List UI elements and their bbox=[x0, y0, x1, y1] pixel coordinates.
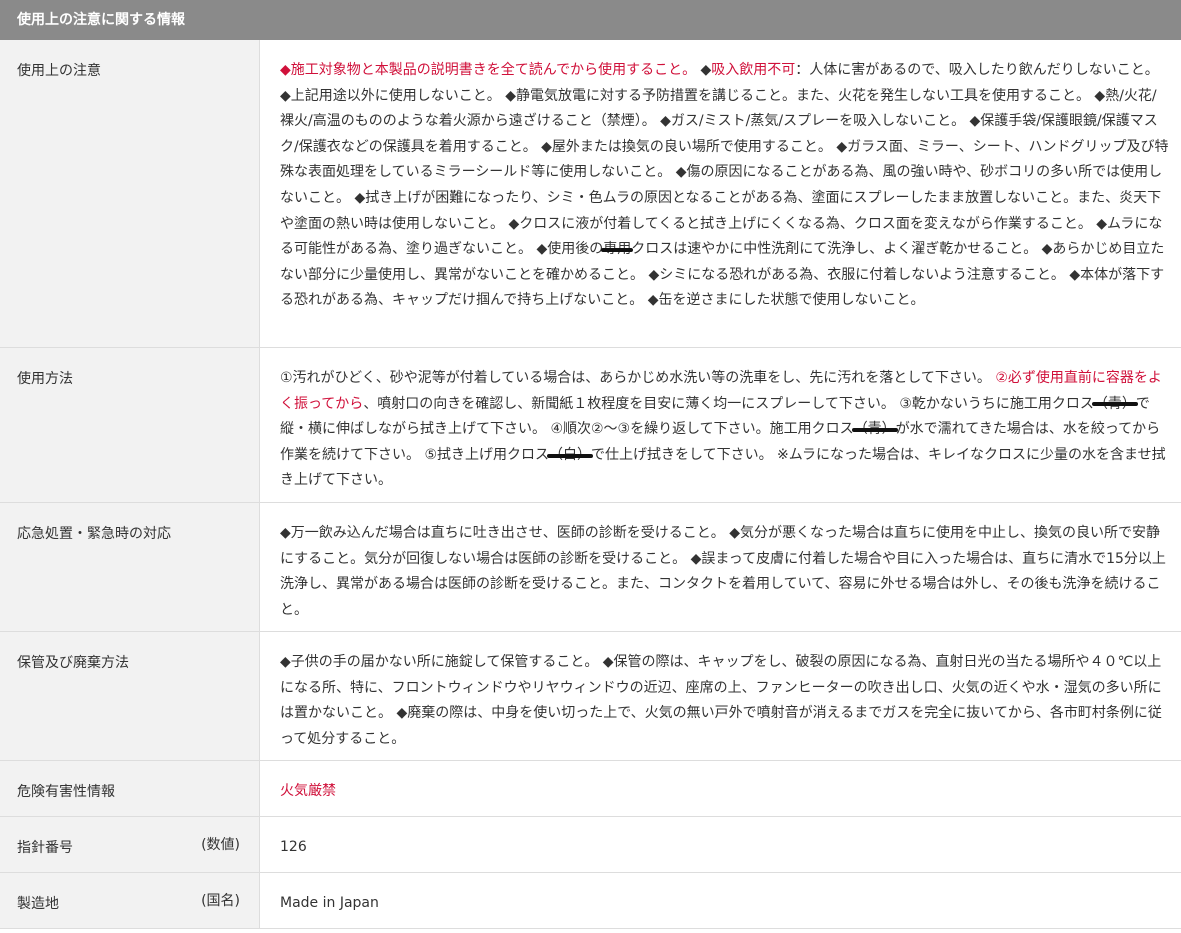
label-usage: 使用方法 bbox=[0, 348, 260, 502]
content-origin: Made in Japan bbox=[280, 895, 379, 911]
section-title: 使用上の注意に関する情報 bbox=[17, 12, 185, 28]
unit-guide-number: (数値) bbox=[201, 837, 240, 853]
caution-text-2: ◆ bbox=[696, 62, 712, 78]
unit-origin: (国名) bbox=[201, 893, 240, 909]
content-caution: ◆施工対象物と本製品の説明書きを全て読んでから使用すること。 ◆吸入飲用不可：人… bbox=[260, 40, 1181, 347]
label-caution: 使用上の注意 bbox=[0, 40, 260, 347]
label-hazard: 危険有害性情報 bbox=[0, 761, 260, 816]
caution-text-main: ：人体に害があるので、吸入したり飲んだりしないこと。 ◆上記用途以外に使用しない… bbox=[280, 62, 1169, 258]
info-table: 使用上の注意 ◆施工対象物と本製品の説明書きを全て読んでから使用すること。 ◆吸… bbox=[0, 40, 1181, 929]
usage-text-3: 、噴射口の向きを確認し、新聞紙１枚程度を目安に薄く均一にスプレーして下さい。 ③… bbox=[363, 395, 1094, 412]
row-emergency: 応急処置・緊急時の対応 ◆万一飲み込んだ場合は直ちに吐き出させ、医師の診断を受け… bbox=[0, 503, 1181, 632]
row-origin: 製造地 (国名) Made in Japan bbox=[0, 873, 1181, 929]
label-storage: 保管及び廃棄方法 bbox=[0, 632, 260, 760]
usage-strike-2: （青） bbox=[851, 417, 898, 443]
usage-strike-3: （白） bbox=[547, 443, 593, 469]
caution-red-no-inhale: 吸入飲用不可 bbox=[711, 62, 796, 78]
usage-text-1: ①汚れがひどく、砂や泥等が付着している場合は、あらかじめ水洗い等の洗車をし、先に… bbox=[280, 370, 996, 386]
usage-strike-1: （青） bbox=[1091, 392, 1138, 418]
content-usage: ①汚れがひどく、砂や泥等が付着している場合は、あらかじめ水洗い等の洗車をし、先に… bbox=[260, 348, 1181, 502]
content-hazard: 火気厳禁 bbox=[280, 783, 336, 799]
row-caution: 使用上の注意 ◆施工対象物と本製品の説明書きを全て読んでから使用すること。 ◆吸… bbox=[0, 40, 1181, 348]
caution-red-1: ◆施工対象物と本製品の説明書きを全て読んでから使用すること。 bbox=[280, 62, 697, 78]
label-origin: 製造地 (国名) bbox=[0, 873, 260, 928]
label-emergency: 応急処置・緊急時の対応 bbox=[0, 503, 260, 631]
section-header: 使用上の注意に関する情報 bbox=[0, 0, 1181, 40]
content-storage: ◆子供の手の届かない所に施錠して保管すること。 ◆保管の際は、キャップをし、破裂… bbox=[280, 654, 1162, 747]
label-guide-number: 指針番号 (数値) bbox=[0, 817, 260, 872]
row-guide-number: 指針番号 (数値) 126 bbox=[0, 817, 1181, 873]
content-guide-number: 126 bbox=[280, 839, 307, 855]
content-emergency: ◆万一飲み込んだ場合は直ちに吐き出させ、医師の診断を受けること。 ◆気分が悪くな… bbox=[280, 525, 1166, 618]
caution-strikethrough: 専用 bbox=[601, 237, 634, 263]
row-storage: 保管及び廃棄方法 ◆子供の手の届かない所に施錠して保管すること。 ◆保管の際は、… bbox=[0, 632, 1181, 761]
row-usage: 使用方法 ①汚れがひどく、砂や泥等が付着している場合は、あらかじめ水洗い等の洗車… bbox=[0, 348, 1181, 503]
row-hazard: 危険有害性情報 火気厳禁 bbox=[0, 761, 1181, 817]
